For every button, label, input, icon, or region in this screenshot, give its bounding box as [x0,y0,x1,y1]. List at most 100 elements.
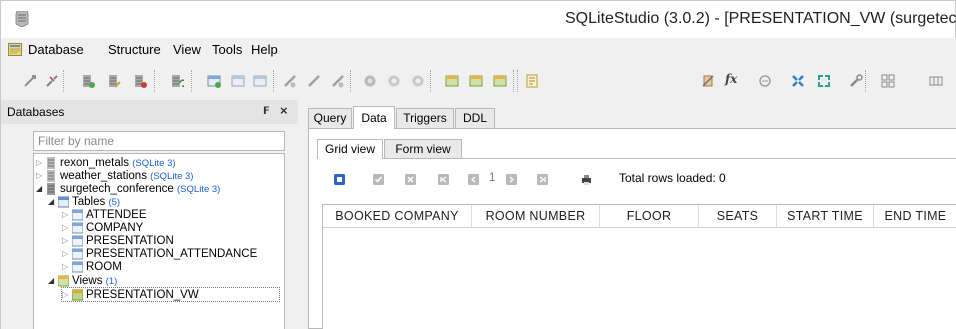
table-icon [72,222,83,234]
grid-toolbar: 1 Total rows loaded: 0 [317,161,956,197]
databases-panel-title: Databases [7,105,65,119]
tile-windows-icon[interactable] [881,74,895,88]
create-table-icon[interactable] [207,74,221,88]
create-view-icon[interactable] [445,74,459,88]
database-icon [47,170,55,182]
tile-icon[interactable] [817,74,831,88]
window-title: SQLiteStudio (3.0.2) - [PRESENTATION_VW … [565,10,956,27]
toolbar-separator [154,70,155,92]
collapse-arrow-icon[interactable]: ◢ [48,195,57,209]
commit-icon[interactable] [373,174,384,185]
sql-editor-icon[interactable] [525,74,539,88]
item-count-tag: (5) [108,197,121,208]
edit-trigger-icon[interactable] [387,74,401,88]
tab-data[interactable]: Data [353,106,395,129]
toolbar-separator [513,70,514,92]
column-header-seats[interactable]: SEATS [699,205,777,228]
create-trigger-icon[interactable] [363,74,377,88]
print-icon[interactable] [581,174,592,185]
float-panel-icon[interactable]: 𝗙 [263,106,270,117]
tab-query[interactable]: Query [308,108,352,128]
subtab-form-view[interactable]: Form view [384,139,462,159]
tree-item-label: PRESENTATION_ATTENDANCE [86,248,258,260]
expand-arrow-icon[interactable]: ▷ [62,260,71,274]
table-icon [72,209,83,221]
table-icon [72,261,83,273]
extensions-icon[interactable] [791,74,805,88]
databases-panel: Databases 𝗙 × ▷ rexon_metals (SQLite 3) … [0,100,299,329]
table-icon [72,248,83,260]
tab-ddl[interactable]: DDL [455,108,495,128]
expand-arrow-icon[interactable]: ▷ [62,247,71,261]
column-header-floor[interactable]: FLOOR [600,205,699,228]
document-icon [8,43,22,56]
toolbar-separator [517,70,518,92]
delete-trigger-icon[interactable] [411,74,425,88]
subtab-grid-view[interactable]: Grid view [317,139,383,159]
column-header-room-number[interactable]: ROOM NUMBER [472,205,600,228]
data-grid[interactable]: BOOKED COMPANY ROOM NUMBER FLOOR SEATS S… [322,204,956,329]
filter-input[interactable] [34,132,284,150]
settings-icon[interactable] [849,74,863,88]
refresh-data-icon[interactable] [334,174,345,185]
views-folder-icon [58,275,69,287]
disconnect-icon[interactable] [45,74,59,88]
toolbar-separator [430,70,431,92]
delete-view-icon[interactable] [493,74,507,88]
title-bar: SQLiteStudio (3.0.2) - [PRESENTATION_VW … [0,0,956,38]
first-page-icon[interactable] [438,174,449,185]
collations-icon[interactable] [758,74,772,88]
toolbar-separator [273,70,274,92]
expand-arrow-icon[interactable]: ▷ [36,156,45,170]
menu-tools[interactable]: Tools [212,42,242,57]
functions-icon[interactable]: fx [725,72,737,86]
column-header-booked-company[interactable]: BOOKED COMPANY [323,205,472,228]
view-icon [72,289,83,301]
expand-arrow-icon[interactable]: ▷ [62,234,71,248]
tree-item-label: ATTENDEE [86,209,147,221]
connect-icon[interactable] [23,74,37,88]
delete-table-icon[interactable] [253,74,267,88]
db-type-tag: (SQLite 3) [150,171,194,182]
previous-page-icon[interactable] [468,174,479,185]
tree-item-label: ROOM [86,261,122,273]
expand-arrow-icon[interactable]: ▷ [62,208,71,222]
edit-database-icon[interactable] [107,74,121,88]
page-number[interactable]: 1 [489,172,495,184]
expand-arrow-icon[interactable]: ▷ [36,169,45,183]
close-panel-icon[interactable]: × [280,103,288,118]
next-page-icon[interactable] [506,174,517,185]
databases-panel-header: Databases 𝗙 × [1,100,299,124]
tree-item-label: PRESENTATION [86,235,174,247]
remove-database-icon[interactable] [133,74,147,88]
tree-item-label: Views [72,275,103,287]
toolbar-separator [865,70,866,92]
column-header-start-time[interactable]: START TIME [777,205,874,228]
delete-index-icon[interactable] [331,74,345,88]
column-header-end-time[interactable]: END TIME [874,205,956,228]
ddl-history-icon[interactable] [701,74,715,88]
database-tree: ▷ rexon_metals (SQLite 3) ▷ weather_stat… [33,153,285,329]
menu-view[interactable]: View [173,42,201,57]
sqlitestudio-app-icon[interactable] [15,11,29,27]
expand-arrow-icon[interactable]: ▷ [62,288,71,302]
collapse-arrow-icon[interactable]: ◢ [36,182,45,196]
filter-field[interactable] [33,131,285,151]
edit-view-icon[interactable] [469,74,483,88]
add-database-icon[interactable] [81,74,95,88]
tab-triggers[interactable]: Triggers [396,108,454,128]
cascade-icon[interactable] [929,74,943,88]
item-count-tag: (1) [105,276,118,287]
expand-arrow-icon[interactable]: ▷ [62,221,71,235]
edit-table-icon[interactable] [231,74,245,88]
menu-help[interactable]: Help [251,42,278,57]
last-page-icon[interactable] [537,174,548,185]
rollback-icon[interactable] [405,174,416,185]
collapse-arrow-icon[interactable]: ◢ [48,274,57,288]
menu-database[interactable]: Database [28,42,84,57]
menu-structure[interactable]: Structure [108,42,161,57]
edit-index-icon[interactable] [307,74,321,88]
tree-item-view-presentation-vw[interactable]: ▷ PRESENTATION_VW [61,287,280,302]
create-index-icon[interactable] [283,74,297,88]
refresh-icon[interactable] [170,74,184,88]
